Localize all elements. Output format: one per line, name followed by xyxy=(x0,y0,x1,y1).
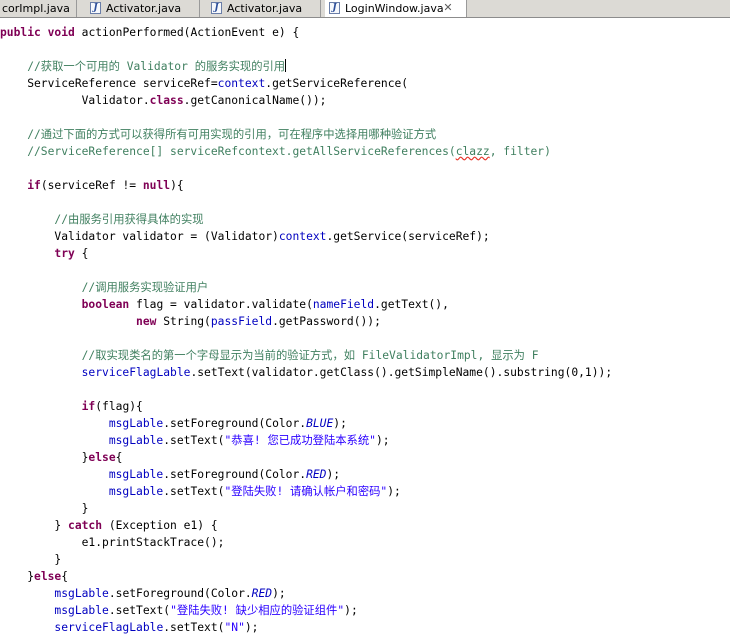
java-file-icon: J xyxy=(329,2,340,14)
code-line: serviceFlagLable.setText("N"); xyxy=(54,621,259,634)
editor-tab-bar: corImpl.java J Activator.java J Activato… xyxy=(0,0,730,18)
code-comment-line: //取实现类名的第一个字母显示为当前的验证方式，如 FileValidatorI… xyxy=(0,349,539,362)
code-line: msgLable.setText("登陆失败! 请确认帐户和密码"); xyxy=(108,485,401,498)
code-line: public void actionPerformed(ActionEvent … xyxy=(0,26,300,39)
code-comment-line: //由服务引用获得具体的实现 xyxy=(0,213,204,226)
code-editor[interactable]: public void actionPerformed(ActionEvent … xyxy=(0,18,730,639)
tab-activator-2[interactable]: J Activator.java xyxy=(207,0,321,17)
java-file-icon: J xyxy=(90,2,101,14)
tab-loginwindow[interactable]: J LoginWindow.java ✕ xyxy=(325,0,467,17)
code-line: msgLable.setForeground(Color.RED); xyxy=(54,587,286,600)
code-line: } catch (Exception e1) { xyxy=(0,519,218,532)
code-line: Validator.class.getCanonicalName()); xyxy=(0,94,327,107)
code-line: serviceFlagLable.setText(validator.getCl… xyxy=(81,366,613,379)
text-caret xyxy=(285,59,287,72)
code-comment-line: //获取一个可用的 Validator 的服务实现的引用 xyxy=(0,59,287,73)
code-line: msgLable.setForeground(Color.BLUE); xyxy=(108,417,347,430)
code-comment-line: //通过下面的方式可以获得所有可用实现的引用，可在程序中选择用哪种验证方式 xyxy=(0,128,437,141)
tab-label: Activator.java xyxy=(227,2,303,15)
code-comment-line: //调用服务实现验证用户 xyxy=(0,281,209,294)
code-line: msgLable.setText("登陆失败! 缺少相应的验证组件"); xyxy=(54,604,358,617)
code-comment-line: //ServiceReference[] serviceRefcontext.g… xyxy=(0,145,551,158)
code-line: }else{ xyxy=(0,570,69,583)
tab-activator-1[interactable]: J Activator.java xyxy=(86,0,200,17)
code-line: new String(passField.getPassword()); xyxy=(136,315,381,328)
code-line: try { xyxy=(54,247,89,260)
code-line: } xyxy=(0,553,62,566)
code-line: e1.printStackTrace(); xyxy=(0,536,225,549)
code-line: ServiceReference serviceRef=context.getS… xyxy=(0,77,409,90)
close-icon[interactable]: ✕ xyxy=(442,1,454,14)
code-line: Validator validator = (Validator)context… xyxy=(0,230,490,243)
code-line: }else{ xyxy=(0,451,123,464)
tab-label: Activator.java xyxy=(106,2,182,15)
tab-label: LoginWindow.java xyxy=(345,2,444,15)
tab-validatorimpl[interactable]: corImpl.java xyxy=(0,0,77,17)
code-line: if(flag){ xyxy=(81,400,143,413)
code-line: boolean flag = validator.validate(nameFi… xyxy=(81,298,449,311)
code-line: msgLable.setText("恭喜! 您已成功登陆本系统"); xyxy=(108,434,390,447)
tab-label: corImpl.java xyxy=(2,2,70,15)
code-line: if(serviceRef != null){ xyxy=(27,179,184,192)
java-file-icon: J xyxy=(211,2,222,14)
code-line: msgLable.setForeground(Color.RED); xyxy=(108,468,341,481)
code-line: } xyxy=(0,502,89,515)
